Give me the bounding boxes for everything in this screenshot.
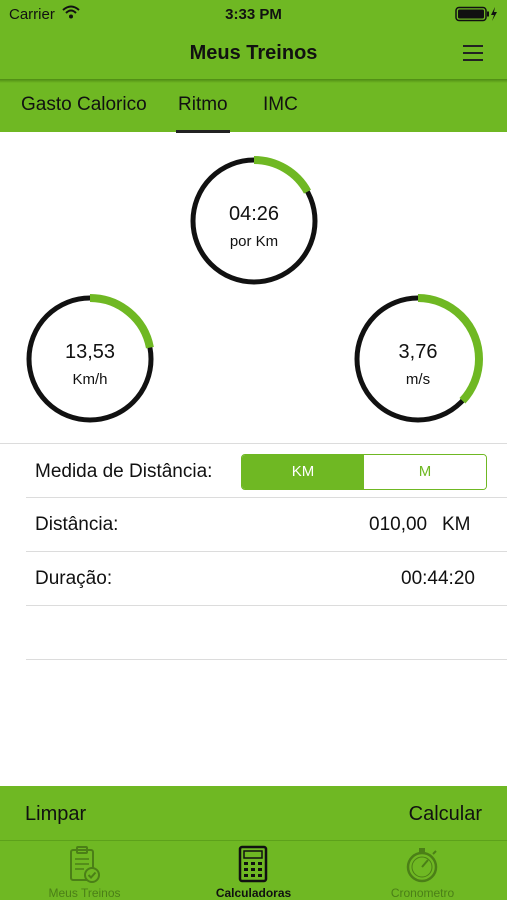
hamburger-menu-icon[interactable] <box>461 42 485 64</box>
tabbar-label: Calculadoras <box>215 886 292 900</box>
row-divider <box>26 605 507 606</box>
clear-button[interactable]: Limpar <box>25 803 86 826</box>
clipboard-check-icon <box>70 846 100 883</box>
tabbar-item-cronometro[interactable]: Cronometro <box>338 841 507 900</box>
tabbar-item-calculadoras[interactable]: Calculadoras <box>169 841 338 900</box>
speed-ms-gauge: 3,76 m/s <box>353 294 483 424</box>
tab-bar: Meus Treinos Calculadoras Cronometro <box>0 840 507 900</box>
speed-kmh-unit: Km/h <box>72 371 108 388</box>
calculator-tabs: Gasto Calorico Ritmo IMC <box>0 86 507 133</box>
speed-ms-unit: m/s <box>405 371 431 388</box>
speed-kmh-value: 13,53 <box>64 341 116 363</box>
section-divider <box>0 443 507 444</box>
distance-label: Distância: <box>35 514 119 535</box>
row-divider <box>26 659 507 660</box>
speed-ms-value: 3,76 <box>398 341 438 363</box>
distance-unit-label: Medida de Distância: <box>35 461 213 482</box>
nav-shadow <box>0 79 507 83</box>
tabbar-label: Meus Treinos <box>48 886 121 900</box>
duration-label: Duração: <box>35 568 113 589</box>
tab-ritmo[interactable]: Ritmo <box>178 94 228 116</box>
action-bar: Limpar Calcular <box>0 786 507 840</box>
page-title: Meus Treinos <box>189 42 318 64</box>
status-bar: Carrier 3:33 PM <box>0 0 507 28</box>
distance-unit-segmented-control: KM M <box>241 454 487 490</box>
row-divider <box>26 551 507 552</box>
calculator-icon <box>238 845 268 883</box>
tab-selected-indicator <box>176 130 230 133</box>
calculate-button[interactable]: Calcular <box>409 803 482 826</box>
unit-option-m[interactable]: M <box>364 455 486 489</box>
status-time: 3:33 PM <box>225 6 282 23</box>
duration-input[interactable]: 00:44:20 <box>401 568 475 590</box>
pace-unit: por Km <box>229 233 279 250</box>
unit-option-km[interactable]: KM <box>242 455 364 489</box>
distance-unit-label-value: KM <box>442 514 471 535</box>
tab-imc[interactable]: IMC <box>263 94 298 116</box>
row-divider <box>26 497 507 498</box>
battery-icon <box>455 6 499 22</box>
tab-gasto-calorico[interactable]: Gasto Calorico <box>21 94 147 116</box>
distance-input[interactable]: 010,00 <box>369 514 427 536</box>
pace-value: 04:26 <box>228 203 280 225</box>
pace-gauge: 04:26 por Km <box>189 156 319 286</box>
stopwatch-icon <box>406 848 438 883</box>
navigation-bar: Meus Treinos <box>0 28 507 80</box>
tabbar-label: Cronometro <box>390 886 455 900</box>
tabbar-item-meus-treinos[interactable]: Meus Treinos <box>0 841 169 900</box>
speed-kmh-gauge: 13,53 Km/h <box>25 294 155 424</box>
